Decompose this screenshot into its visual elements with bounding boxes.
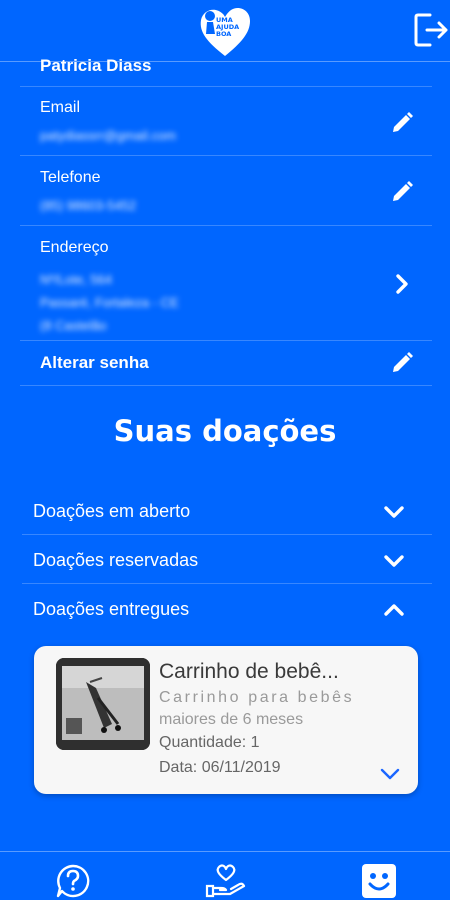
chevron-down-icon	[380, 768, 400, 780]
bottom-nav	[0, 851, 450, 900]
donation-quantity: Quantidade: 1	[159, 734, 260, 751]
pencil-icon	[393, 112, 413, 132]
change-password-button[interactable]	[390, 351, 414, 375]
email-row[interactable]: Email patydiassrr@gmail.com	[20, 86, 432, 156]
accordion-label: Doações em aberto	[33, 501, 191, 521]
open-address-button[interactable]	[390, 272, 414, 296]
phone-label: Telefone	[40, 169, 101, 186]
edit-email-button[interactable]	[390, 111, 414, 135]
pencil-icon	[393, 181, 413, 201]
email-value: patydiassrr@gmail.com	[40, 128, 177, 143]
chevron-down-icon	[384, 555, 404, 567]
accordion-label: Doações reservadas	[33, 550, 199, 570]
help-circle-icon	[56, 864, 90, 898]
nav-donate[interactable]	[204, 862, 248, 900]
donate-hand-heart-icon	[205, 864, 246, 898]
pencil-icon	[393, 352, 413, 372]
change-password-row[interactable]: Alterar senha	[20, 341, 432, 386]
app-header: UMA AJUDA BOA	[0, 0, 450, 62]
expand-card-button[interactable]	[378, 764, 402, 784]
logout-icon	[414, 13, 448, 47]
nav-profile[interactable]	[360, 862, 400, 900]
donation-title: Carrinho de bebê...	[159, 660, 339, 683]
accordion-reserved-donations[interactable]: Doações reservadas	[22, 535, 432, 584]
address-label: Endereço	[40, 239, 109, 256]
stroller-photo	[56, 658, 150, 750]
email-label: Email	[40, 99, 81, 116]
change-password-label: Alterar senha	[40, 353, 149, 372]
address-value: Nº/Lote, 564 Passaré, Fortaleza - CE (8 …	[40, 272, 179, 333]
app-logo: UMA AJUDA BOA	[197, 4, 253, 58]
edit-phone-button[interactable]	[390, 180, 414, 204]
phone-value: (85) 98603-5452	[40, 198, 137, 213]
logout-button[interactable]	[414, 12, 448, 48]
accordion-delivered-donations[interactable]: Doações entregues	[22, 584, 432, 633]
accordion-label: Doações entregues	[33, 599, 190, 619]
chevron-right-icon	[396, 274, 408, 294]
donation-card[interactable]: Carrinho de bebê... Carrinho para bebês …	[34, 646, 418, 794]
donation-description: Carrinho para bebês maiores de 6 meses	[159, 689, 355, 728]
address-row[interactable]: Endereço Nº/Lote, 564 Passaré, Fortaleza…	[20, 226, 432, 341]
chevron-up-icon	[384, 604, 404, 616]
chevron-down-icon	[384, 506, 404, 518]
profile-name: Patricia Diass	[40, 56, 152, 75]
donation-image	[56, 658, 150, 750]
logo-text: UMA AJUDA BOA	[216, 16, 240, 38]
nav-help[interactable]	[54, 862, 94, 900]
accordion-open-donations[interactable]: Doações em aberto	[22, 486, 432, 535]
donation-date: Data: 06/11/2019	[159, 759, 281, 776]
smiley-profile-icon	[362, 864, 396, 898]
phone-row[interactable]: Telefone (85) 98603-5452	[20, 156, 432, 226]
donations-title: Suas doações	[113, 414, 337, 448]
